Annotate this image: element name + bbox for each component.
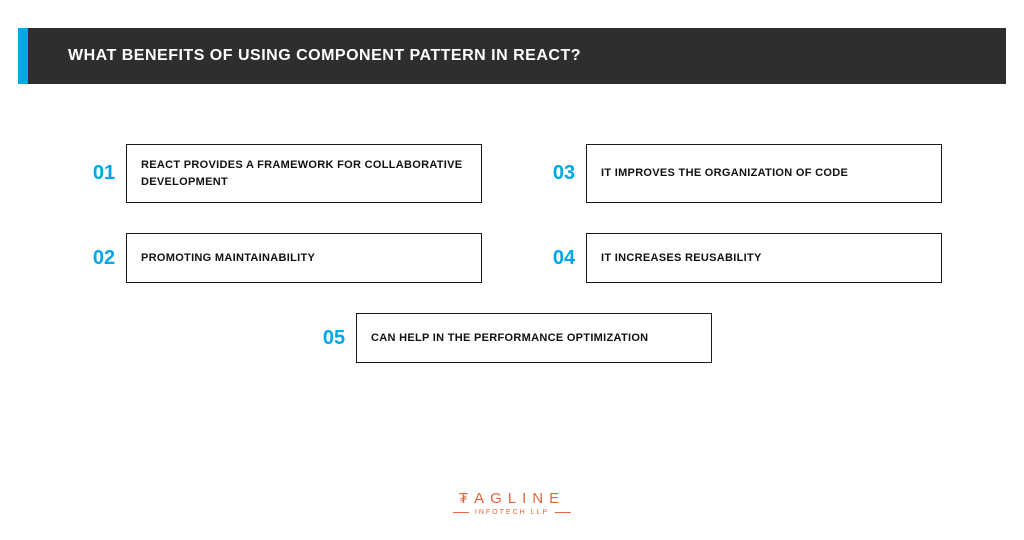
logo-main: ₮AGLINE: [453, 490, 571, 507]
benefit-item: 02 PROMOTING MAINTAINABILITY: [82, 233, 482, 283]
header-bar: WHAT BENEFITS OF USING COMPONENT PATTERN…: [18, 28, 1006, 84]
benefit-box: IT IMPROVES THE ORGANIZATION OF CODE: [586, 144, 942, 203]
benefit-number: 05: [312, 313, 356, 363]
benefit-number: 04: [542, 233, 586, 283]
benefit-text: IT INCREASES REUSABILITY: [601, 250, 762, 267]
benefits-grid: 01 REACT PROVIDES A FRAMEWORK FOR COLLAB…: [0, 144, 1024, 363]
benefit-box: IT INCREASES REUSABILITY: [586, 233, 942, 283]
benefit-number: 01: [82, 144, 126, 203]
benefit-box: CAN HELP IN THE PERFORMANCE OPTIMIZATION: [356, 313, 712, 363]
benefit-text: IT IMPROVES THE ORGANIZATION OF CODE: [601, 165, 848, 182]
benefit-text: CAN HELP IN THE PERFORMANCE OPTIMIZATION: [371, 330, 648, 347]
benefit-box: PROMOTING MAINTAINABILITY: [126, 233, 482, 283]
logo-sub-text: INFOTECH LLP: [475, 509, 549, 516]
benefit-item: 05 CAN HELP IN THE PERFORMANCE OPTIMIZAT…: [312, 313, 712, 363]
benefit-number: 03: [542, 144, 586, 203]
benefit-item: 04 IT INCREASES REUSABILITY: [542, 233, 942, 283]
benefit-item: 03 IT IMPROVES THE ORGANIZATION OF CODE: [542, 144, 942, 203]
benefit-text: REACT PROVIDES A FRAMEWORK FOR COLLABORA…: [141, 157, 467, 190]
benefit-item: 01 REACT PROVIDES A FRAMEWORK FOR COLLAB…: [82, 144, 482, 203]
brand-logo: ₮AGLINE INFOTECH LLP: [453, 490, 571, 516]
page-title: WHAT BENEFITS OF USING COMPONENT PATTERN…: [68, 47, 581, 65]
logo-sub: INFOTECH LLP: [453, 509, 571, 516]
accent-bar: [18, 28, 28, 84]
title-bar: WHAT BENEFITS OF USING COMPONENT PATTERN…: [28, 28, 1006, 84]
benefit-box: REACT PROVIDES A FRAMEWORK FOR COLLABORA…: [126, 144, 482, 203]
benefit-text: PROMOTING MAINTAINABILITY: [141, 250, 315, 267]
benefit-number: 02: [82, 233, 126, 283]
